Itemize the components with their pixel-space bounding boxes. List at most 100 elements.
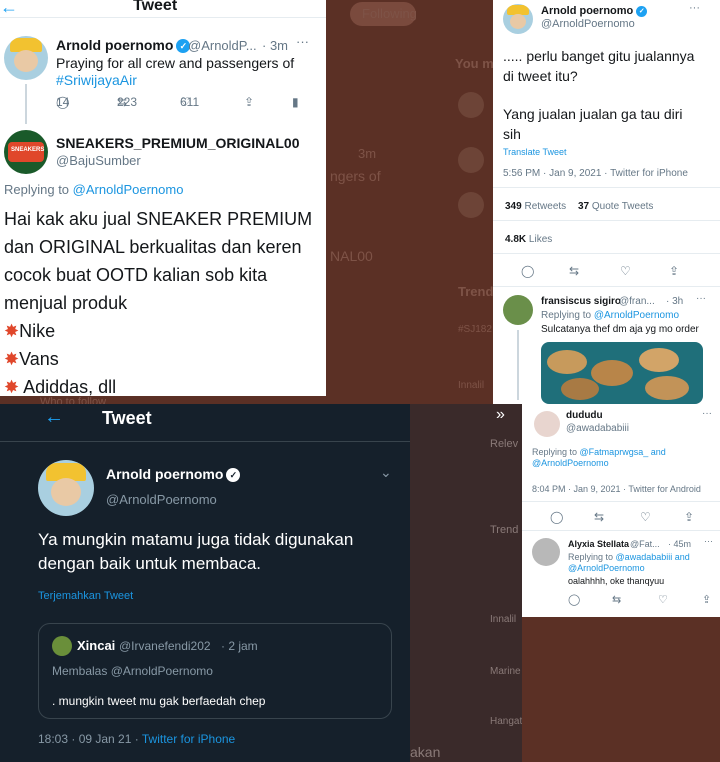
ghost-avatar: [458, 147, 484, 173]
author-handle[interactable]: @BajuSumber: [56, 153, 141, 168]
face-shape: [51, 478, 81, 506]
thread-line: [517, 330, 519, 400]
avatar[interactable]: [503, 295, 533, 325]
tweet-time[interactable]: · 45m: [668, 539, 691, 549]
avatar[interactable]: [503, 4, 533, 34]
header-bar: ← Tweet: [0, 0, 326, 18]
like-count: 611: [180, 95, 200, 109]
tweet-time[interactable]: · 3h: [666, 296, 683, 307]
tortoise-shell-shape: [561, 378, 599, 400]
text-line: Hai kak aku jual SNEAKER PREMIUM: [4, 209, 313, 229]
ghost-you-may-like: You m: [455, 56, 494, 71]
author-name[interactable]: dududu: [566, 410, 603, 421]
tortoise-photo[interactable]: [541, 342, 703, 404]
tweet-text: Yang jualan jualan ga tau diri sih: [503, 106, 683, 142]
ghost-hashtag: #SJ182: [458, 324, 492, 335]
avatar[interactable]: [38, 460, 94, 516]
retweets-count: 349: [505, 201, 522, 212]
retweet-count: 223: [117, 95, 138, 109]
author-handle[interactable]: @ArnoldP...: [188, 38, 257, 53]
author-handle[interactable]: @Fat...: [630, 539, 660, 549]
mention-link[interactable]: @ArnoldPoernomo: [594, 310, 679, 321]
ghost-name: NAL00: [330, 248, 373, 264]
more-options-icon[interactable]: ···: [702, 408, 712, 419]
avatar[interactable]: [534, 411, 560, 437]
panel-arnold-reply: » Arnold poernomo✓ @ArnoldPoernomo ··· .…: [493, 0, 720, 407]
back-arrow-icon[interactable]: ←: [44, 406, 64, 429]
back-arrow-icon[interactable]: ←: [0, 0, 18, 18]
chevron-down-icon[interactable]: ⌄: [380, 464, 392, 481]
quote-time: · 2 jam: [221, 639, 258, 653]
author-name[interactable]: fransiscus sigiro: [541, 296, 621, 307]
author-name[interactable]: Arnold poernomo ✓: [56, 37, 191, 54]
share-icon[interactable]: ⇪: [669, 264, 679, 278]
heart-icon[interactable]: ♡: [658, 593, 668, 606]
share-icon[interactable]: ⇪: [244, 95, 254, 109]
verified-badge-icon: ✓: [226, 468, 241, 483]
reply-icon[interactable]: ◯: [568, 593, 580, 606]
author-name-text: Arnold poernomo: [56, 37, 174, 53]
author-handle[interactable]: @ArnoldPoernomo: [106, 492, 217, 507]
page-title: Tweet: [133, 0, 178, 14]
mention-link[interactable]: @Fatmaprwgsa_: [580, 447, 649, 457]
quotes-stat[interactable]: 37 Quote Tweets: [578, 201, 653, 212]
tweet-time[interactable]: · 3m: [262, 38, 288, 53]
author-name[interactable]: Arnold poernomo ✓: [106, 466, 241, 483]
mention-link[interactable]: @ArnoldPoernomo: [532, 458, 609, 468]
list-item-text: Vans: [19, 349, 59, 369]
more-options-icon[interactable]: ···: [689, 2, 700, 14]
source-link[interactable]: Twitter for iPhone: [142, 732, 235, 746]
ghost-avatar: [458, 92, 484, 118]
author-name[interactable]: SNEAKERS_PREMIUM_ORIGINAL00: [56, 135, 300, 151]
panel-sneaker-thread: ← Tweet Arnold poernomo ✓ @ArnoldP... · 3…: [0, 0, 326, 396]
likes-stat[interactable]: 4.8K Likes: [505, 234, 552, 245]
avatar[interactable]: SNEAKERS: [4, 130, 48, 174]
author-name[interactable]: Arnold poernomo ✓: [541, 5, 648, 17]
more-options-icon[interactable]: ···: [296, 34, 309, 49]
more-options-icon[interactable]: ···: [704, 536, 713, 546]
text-line: menjual produk: [4, 293, 128, 313]
reply-icon[interactable]: ◯: [550, 510, 563, 524]
author-handle[interactable]: @fran...: [619, 296, 655, 307]
reply-icon[interactable]: ◯: [521, 264, 534, 278]
retweet-icon[interactable]: ⇆: [594, 510, 604, 524]
replying-prefix: Replying to: [532, 447, 578, 457]
ghost-time: 3m: [358, 146, 377, 161]
author-name[interactable]: Alyxia Stellata: [568, 539, 629, 549]
analytics-icon[interactable]: ▮: [292, 95, 299, 109]
heart-icon[interactable]: ♡: [620, 264, 631, 278]
avatar[interactable]: [532, 538, 560, 566]
text-line: dan ORIGINAL berkualitas dan keren: [4, 237, 302, 257]
double-chevron-icon[interactable]: »: [496, 406, 505, 424]
panel-dark-tweet: ← Tweet Relev Trend Innalil Marine Hanga…: [0, 404, 522, 762]
tweet-text: ..... perlu banget gitu jualannya di twe…: [503, 48, 695, 84]
retweets-label: Retweets: [524, 201, 567, 212]
share-icon[interactable]: ⇪: [684, 510, 694, 524]
replying-to-line: Replying to @awadababiii and: [568, 552, 690, 562]
retweet-icon[interactable]: ⇆: [569, 264, 579, 278]
author-handle[interactable]: @ArnoldPoernomo: [541, 18, 635, 30]
tweet-meta-time: 18:03 · 09 Jan 21 ·: [38, 732, 139, 746]
list-item: ✸Vans: [4, 345, 312, 373]
translate-link[interactable]: Translate Tweet: [503, 147, 567, 157]
quoted-tweet-card[interactable]: Xincai @Irvanefendi202 · 2 jam Membalas …: [38, 623, 392, 719]
mention-link[interactable]: @awadababiii: [616, 552, 673, 562]
avatar[interactable]: [4, 36, 48, 80]
heart-icon[interactable]: ♡: [640, 510, 651, 524]
hashtag-link[interactable]: #SriwijayaAir: [56, 72, 137, 88]
ghost-avatar: [458, 192, 484, 218]
author-handle[interactable]: @awadababiii: [566, 423, 629, 434]
mention-link[interactable]: @ArnoldPoernomo: [568, 563, 645, 573]
translate-link[interactable]: Terjemahkan Tweet: [38, 590, 133, 602]
mention-link[interactable]: @ArnoldPoernomo: [73, 182, 184, 197]
tweet-meta: 18:03 · 09 Jan 21 · Twitter for iPhone: [38, 732, 235, 746]
retweet-icon[interactable]: ⇆: [612, 593, 621, 606]
retweets-stat[interactable]: 349 Retweets: [505, 201, 566, 212]
ghost-trend: Innalil: [458, 380, 485, 391]
more-options-icon[interactable]: ···: [696, 293, 706, 304]
ghost-text: ngers of: [330, 168, 381, 184]
share-icon[interactable]: ⇪: [702, 593, 711, 606]
replying-prefix: Replying to: [568, 552, 614, 562]
list-item-text: Adiddas, dll: [19, 377, 117, 396]
spark-icon: ✸: [4, 349, 20, 369]
